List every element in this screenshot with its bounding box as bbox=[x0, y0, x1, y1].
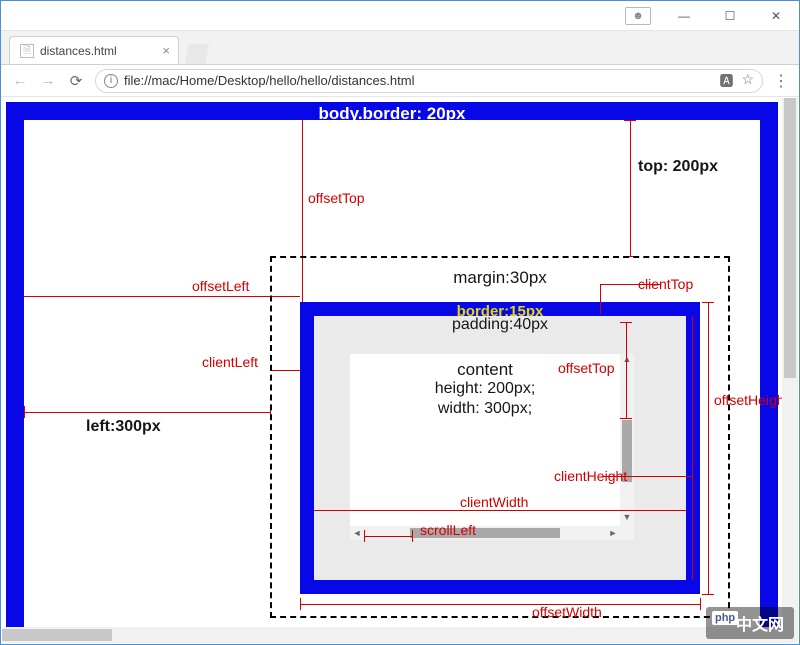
offsetleft-label: offsetLeft bbox=[192, 278, 249, 294]
browser-window: ☻ — ☐ ✕ 🗎 distances.html × ← → ⟳ i file:… bbox=[0, 0, 800, 645]
clienttop-line-drop bbox=[600, 284, 601, 314]
minimize-button[interactable]: — bbox=[661, 1, 707, 31]
top-label: top: 200px bbox=[638, 158, 718, 176]
offsetheight-label: offsetHeight bbox=[714, 392, 788, 408]
site-info-icon[interactable]: i bbox=[104, 74, 118, 88]
content-scroll-corner bbox=[620, 526, 634, 540]
padding-label: padding:40px bbox=[314, 316, 686, 334]
url-text: file://mac/Home/Desktop/hello/hello/dist… bbox=[124, 73, 414, 88]
scroll-right-icon[interactable]: ► bbox=[606, 526, 620, 540]
left-line bbox=[24, 412, 270, 413]
tab-title: distances.html bbox=[40, 44, 117, 58]
offsetheight-tick-b bbox=[702, 594, 714, 595]
browser-menu-icon[interactable]: ⋮ bbox=[773, 71, 789, 91]
left-label: left:300px bbox=[86, 418, 161, 436]
clientwidth-line bbox=[314, 510, 686, 511]
left-line-tick-l bbox=[24, 406, 25, 418]
offsetheight-tick-t bbox=[702, 302, 714, 303]
reload-icon[interactable]: ⟳ bbox=[67, 72, 85, 90]
top-line-tick-top bbox=[624, 120, 636, 121]
content-horizontal-scrollbar[interactable]: ◄ ► bbox=[350, 526, 620, 540]
file-icon: 🗎 bbox=[20, 44, 34, 58]
diagram-canvas: body.border: 20px offsetTop top: 200px o… bbox=[2, 98, 782, 627]
offsettop-inner-label: offsetTop bbox=[558, 360, 615, 376]
content-height-label: height: 200px; bbox=[350, 380, 620, 398]
address-bar: ← → ⟳ i file://mac/Home/Desktop/hello/he… bbox=[1, 65, 799, 97]
clientleft-label: clientLeft bbox=[202, 354, 258, 370]
offsetwidth-label: offsetWidth bbox=[532, 604, 602, 620]
maximize-button[interactable]: ☐ bbox=[707, 1, 753, 31]
url-input[interactable]: i file://mac/Home/Desktop/hello/hello/di… bbox=[95, 69, 763, 93]
scrollleft-label: scrollLeft bbox=[420, 522, 476, 538]
scrollleft-tick-r bbox=[412, 530, 413, 542]
viewport-vertical-scrollbar[interactable] bbox=[782, 98, 798, 627]
user-avatar-icon[interactable]: ☻ bbox=[625, 7, 651, 25]
close-window-button[interactable]: ✕ bbox=[753, 1, 799, 31]
offsettop-inner-tick-t bbox=[620, 322, 632, 323]
watermark-badge: 中文网 bbox=[706, 607, 794, 639]
new-tab-button[interactable] bbox=[185, 44, 209, 64]
close-tab-icon[interactable]: × bbox=[162, 43, 170, 58]
offsettop-inner-line bbox=[626, 322, 627, 418]
viewport-vscroll-thumb[interactable] bbox=[784, 98, 796, 378]
viewport-hscroll-thumb[interactable] bbox=[2, 629, 112, 641]
offsetwidth-line bbox=[300, 604, 700, 605]
clienttop-label: clientTop bbox=[638, 276, 693, 292]
offsettop-inner-tick-b bbox=[620, 418, 632, 419]
browser-tab[interactable]: 🗎 distances.html × bbox=[9, 36, 179, 64]
offsetleft-line bbox=[24, 296, 300, 297]
page-viewport: body.border: 20px offsetTop top: 200px o… bbox=[2, 98, 798, 643]
offsetwidth-tick-l bbox=[300, 598, 301, 610]
viewport-horizontal-scrollbar[interactable] bbox=[2, 627, 782, 643]
content-width-label: width: 300px; bbox=[350, 400, 620, 418]
forward-icon[interactable]: → bbox=[39, 72, 57, 89]
bookmark-star-icon[interactable]: ☆ bbox=[741, 71, 754, 91]
scroll-left-icon[interactable]: ◄ bbox=[350, 526, 364, 540]
offsettop-outer-label: offsetTop bbox=[308, 190, 365, 206]
scrollleft-tick-l bbox=[364, 530, 365, 542]
tab-strip: 🗎 distances.html × bbox=[1, 31, 799, 65]
offsetheight-line bbox=[708, 302, 709, 594]
clientwidth-label: clientWidth bbox=[460, 494, 528, 510]
offsetwidth-tick-r bbox=[700, 598, 701, 610]
top-line bbox=[630, 120, 631, 256]
clientheight-label: clientHeight bbox=[554, 468, 627, 484]
content-vertical-scrollbar[interactable]: ▲ ▼ bbox=[620, 354, 634, 526]
scroll-up-icon[interactable]: ▲ bbox=[620, 354, 634, 368]
window-titlebar: ☻ — ☐ ✕ bbox=[1, 1, 799, 31]
watermark-text: 中文网 bbox=[736, 617, 784, 634]
back-icon[interactable]: ← bbox=[11, 72, 29, 89]
scrollleft-line bbox=[364, 536, 412, 537]
translate-icon[interactable]: 🅰 bbox=[719, 71, 733, 91]
clientheight-line bbox=[692, 316, 693, 580]
scroll-down-icon[interactable]: ▼ bbox=[620, 512, 634, 526]
